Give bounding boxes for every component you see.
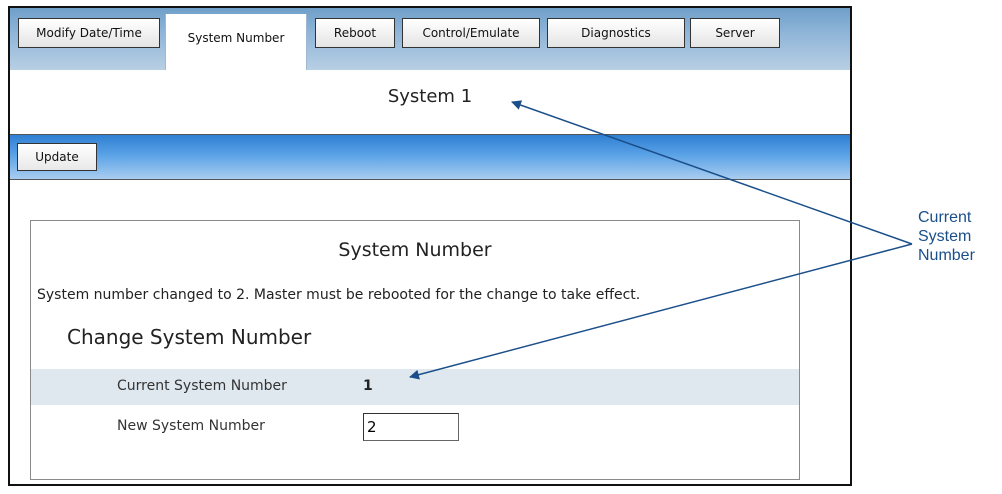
arrow-to-page-title: [511, 100, 913, 245]
callout-arrows: [409, 100, 913, 380]
arrow-to-current-value: [409, 243, 913, 380]
